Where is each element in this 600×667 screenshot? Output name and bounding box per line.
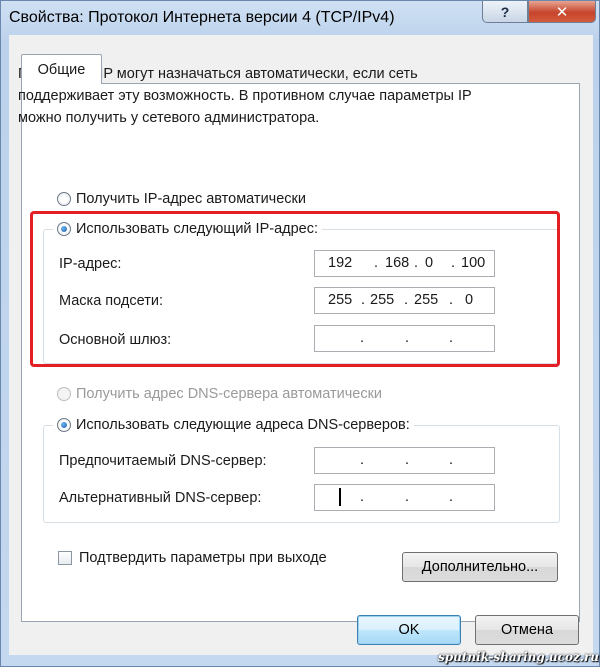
ip-auto-radio[interactable]	[57, 192, 71, 206]
window-title: Свойства: Протокол Интернета версии 4 (T…	[9, 9, 395, 26]
dialog-window: Свойства: Протокол Интернета версии 4 (T…	[0, 0, 600, 667]
dns-manual-option[interactable]: Использовать следующие адреса DNS-сервер…	[53, 417, 414, 433]
text-cursor	[339, 488, 341, 506]
validate-on-exit-checkbox[interactable]	[58, 551, 72, 565]
octet-separator: .	[405, 452, 410, 468]
dns-auto-radio[interactable]	[57, 387, 71, 401]
validate-on-exit-label: Подтвердить параметры при выходе	[79, 550, 327, 566]
alternate-dns-label: Альтернативный DNS-сервер:	[59, 490, 262, 506]
title-bar[interactable]: Свойства: Протокол Интернета версии 4 (T…	[1, 1, 600, 35]
octet-separator: .	[405, 489, 410, 505]
close-button[interactable]: ✕	[528, 1, 596, 23]
dns-auto-label: Получить адрес DNS-сервера автоматически	[76, 386, 383, 402]
tab-general[interactable]: Общие	[21, 54, 102, 84]
octet-separator: .	[449, 489, 454, 505]
dns-auto-option[interactable]: Получить адрес DNS-сервера автоматически	[57, 386, 382, 402]
octet-separator: .	[449, 452, 454, 468]
alternate-dns-input[interactable]: . . .	[314, 484, 495, 511]
advanced-button[interactable]: Дополнительно...	[402, 552, 558, 582]
preferred-dns-input[interactable]: . . .	[314, 447, 495, 474]
highlight-frame	[30, 211, 560, 367]
preferred-dns-label: Предпочитаемый DNS-сервер:	[59, 453, 267, 469]
octet-separator: .	[360, 452, 365, 468]
ok-button[interactable]: OK	[357, 615, 461, 645]
ip-auto-label: Получить IP-адрес автоматически	[76, 191, 306, 207]
watermark: sputnik-sharing.ucoz.ru	[438, 650, 600, 664]
dns-manual-radio[interactable]	[57, 418, 71, 432]
dns-manual-label: Использовать следующие адреса DNS-сервер…	[76, 417, 410, 433]
octet-separator: .	[360, 489, 365, 505]
ip-auto-option[interactable]: Получить IP-адрес автоматически	[57, 191, 306, 207]
validate-on-exit-option[interactable]: Подтвердить параметры при выходе	[58, 550, 327, 566]
help-button[interactable]: ?	[482, 1, 528, 23]
cancel-button[interactable]: Отмена	[475, 615, 579, 645]
